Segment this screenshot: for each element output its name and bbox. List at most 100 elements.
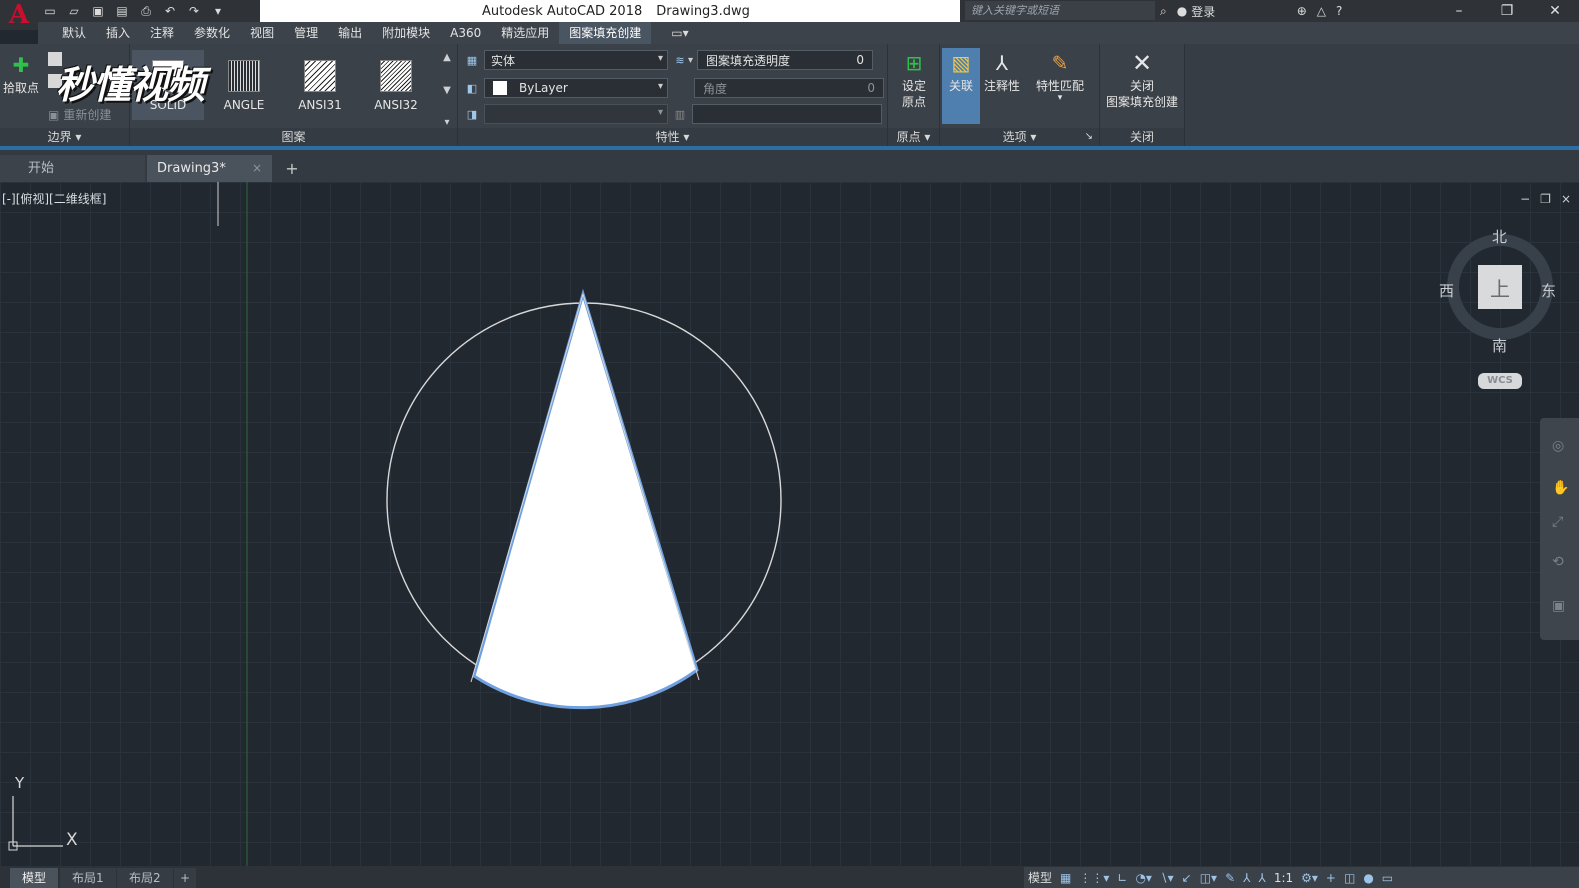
- close-icon[interactable]: ✕: [1531, 0, 1579, 22]
- tab-drawing3[interactable]: Drawing3* ×: [147, 155, 272, 182]
- customize-qat-icon[interactable]: ▾: [208, 2, 228, 20]
- compass-north[interactable]: 北: [1492, 226, 1507, 247]
- login-button[interactable]: ● 登录: [1177, 3, 1287, 20]
- help-icon[interactable]: ?: [1336, 4, 1342, 18]
- tab-close-icon[interactable]: ×: [252, 155, 262, 182]
- restore-icon[interactable]: ❐: [1483, 0, 1531, 22]
- drawing-canvas[interactable]: [0, 182, 1579, 866]
- pattern-tile-ansi31[interactable]: ANSI31: [284, 50, 356, 120]
- redo-icon[interactable]: ↷: [184, 2, 204, 20]
- auto-scale-icon[interactable]: ⅄: [1258, 871, 1265, 885]
- hatch-type-dropdown[interactable]: 实体: [484, 50, 668, 70]
- object-track-icon[interactable]: ↙: [1182, 871, 1192, 885]
- match-properties-button[interactable]: ✎ 特性匹配 ▾: [1032, 48, 1088, 103]
- navigation-bar[interactable]: ◎ ✋ ⤢ ⟲ ▣: [1540, 418, 1579, 640]
- undo-icon[interactable]: ↶: [160, 2, 180, 20]
- wcs-menu-button[interactable]: WCS: [1478, 373, 1522, 389]
- boundary-panel-title[interactable]: 边界 ▾: [0, 128, 129, 146]
- scale-field[interactable]: [692, 104, 882, 124]
- annotation-scale[interactable]: 1:1: [1274, 871, 1293, 885]
- print-icon[interactable]: ⎙: [136, 2, 156, 20]
- orbit-icon[interactable]: ⟲: [1552, 554, 1564, 570]
- add-layout-button[interactable]: +: [174, 868, 197, 888]
- search-input[interactable]: 键入关键字或短语: [965, 1, 1155, 20]
- tab-8[interactable]: A360: [440, 22, 491, 44]
- associative-button[interactable]: ▧ 关联: [942, 48, 980, 124]
- layout-tab-2[interactable]: 布局2: [117, 868, 173, 888]
- open-file-icon[interactable]: ▱: [64, 2, 84, 20]
- tab-9[interactable]: 精选应用: [491, 22, 559, 44]
- angle-field[interactable]: 角度 0: [694, 78, 884, 98]
- scroll-up-icon[interactable]: ▲: [443, 52, 451, 63]
- viewport-label[interactable]: [-][俯视][二维线框]: [2, 190, 106, 207]
- set-origin-button[interactable]: ⊞ 设定 原点: [894, 48, 934, 110]
- viewport-minimize-icon[interactable]: −: [1520, 192, 1530, 206]
- tab-4[interactable]: 视图: [240, 22, 284, 44]
- isolate-icon[interactable]: ◫: [1344, 871, 1355, 885]
- clean-screen-icon[interactable]: ▭: [1382, 871, 1393, 885]
- tab-0[interactable]: 默认: [52, 22, 96, 44]
- pan-icon[interactable]: ✋: [1552, 480, 1569, 496]
- compass-east[interactable]: 东: [1541, 280, 1556, 301]
- tab-7[interactable]: 附加模块: [372, 22, 440, 44]
- viewcube[interactable]: 上 北 南 东 西 WCS: [1435, 222, 1575, 392]
- tab-2[interactable]: 注释: [140, 22, 184, 44]
- compass-south[interactable]: 南: [1492, 335, 1507, 356]
- tab-3[interactable]: 参数化: [184, 22, 240, 44]
- tab-5[interactable]: 管理: [284, 22, 328, 44]
- showmotion-icon[interactable]: ▣: [1552, 598, 1565, 614]
- binoculars-icon[interactable]: ⌕: [1160, 4, 1167, 19]
- annotative-button[interactable]: ⅄ 注释性: [982, 48, 1022, 94]
- tab-1[interactable]: 插入: [96, 22, 140, 44]
- autocad-logo-icon[interactable]: A: [0, 0, 38, 30]
- options-panel-label[interactable]: 选项 ▾: [1003, 130, 1037, 144]
- pattern-tile-angle[interactable]: ANGLE: [208, 50, 280, 120]
- origin-panel-title[interactable]: 原点 ▾: [888, 128, 939, 146]
- polar-icon[interactable]: ◔▾: [1135, 871, 1152, 885]
- properties-panel-title[interactable]: 特性 ▾: [458, 128, 887, 146]
- scroll-down-icon[interactable]: ▼: [443, 85, 451, 96]
- background-color-dropdown[interactable]: [484, 104, 668, 124]
- tab-10[interactable]: 图案填充创建: [559, 22, 652, 44]
- annotation-visibility-icon[interactable]: ⅄: [1243, 871, 1250, 885]
- options-dialog-launcher-icon[interactable]: ↘: [1085, 128, 1093, 146]
- cart-icon[interactable]: ⊕: [1297, 4, 1307, 18]
- transparency-menu-icon[interactable]: ▾: [688, 55, 693, 66]
- viewport-close-icon[interactable]: ×: [1561, 192, 1571, 206]
- new-file-icon[interactable]: ▭: [40, 2, 60, 20]
- tab-start[interactable]: 开始: [0, 155, 145, 182]
- workspace-gear-icon[interactable]: ⚙▾: [1301, 871, 1318, 885]
- snap-icon[interactable]: ⋮⋮▾: [1079, 871, 1109, 885]
- viewport-restore-icon[interactable]: ❐: [1540, 192, 1551, 206]
- new-tab-button[interactable]: +: [281, 159, 303, 179]
- transparency-field[interactable]: 图案填充透明度 0: [697, 50, 874, 70]
- compass-west[interactable]: 西: [1439, 280, 1454, 301]
- save-as-icon[interactable]: ▤: [112, 2, 132, 20]
- autodesk-icon[interactable]: △: [1317, 4, 1326, 18]
- viewcube-top-face[interactable]: 上: [1478, 265, 1522, 309]
- layout-tab-model[interactable]: 模型: [10, 868, 59, 888]
- osnap-icon[interactable]: ◫▾: [1200, 871, 1217, 885]
- solid-hatch-sector[interactable]: [472, 288, 699, 710]
- workspace-toggle-icon[interactable]: ▭▾: [671, 26, 688, 40]
- pick-point-button[interactable]: ✚ 拾取点: [2, 50, 40, 96]
- plus-icon[interactable]: +: [1326, 871, 1336, 885]
- minimize-icon[interactable]: –: [1435, 0, 1483, 22]
- isodraft-icon[interactable]: ∖▾: [1160, 871, 1174, 885]
- grid-icon[interactable]: ▦: [1060, 871, 1071, 885]
- lineweight-icon[interactable]: ✎: [1225, 871, 1235, 885]
- save-icon[interactable]: ▣: [88, 2, 108, 20]
- pattern-tile-ansi32[interactable]: ANSI32: [360, 50, 432, 120]
- ortho-icon[interactable]: ∟: [1117, 871, 1127, 885]
- tab-6[interactable]: 输出: [328, 22, 372, 44]
- model-space-toggle[interactable]: 模型: [1028, 869, 1052, 886]
- hatch-color-dropdown[interactable]: ByLayer: [484, 78, 668, 98]
- steering-wheel-icon[interactable]: ◎: [1552, 438, 1564, 454]
- close-hatch-creation-button[interactable]: ✕ 关闭 图案填充创建: [1102, 48, 1182, 110]
- layout-tab-1[interactable]: 布局1: [60, 868, 116, 888]
- match-properties-dropdown-icon[interactable]: ▾: [1058, 94, 1063, 103]
- gallery-expand-icon[interactable]: ▾: [444, 117, 449, 128]
- pattern-gallery-scroll[interactable]: ▲ ▼ ▾: [440, 52, 454, 128]
- hardware-accel-icon[interactable]: ●: [1363, 871, 1373, 885]
- zoom-extents-icon[interactable]: ⤢: [1552, 514, 1563, 530]
